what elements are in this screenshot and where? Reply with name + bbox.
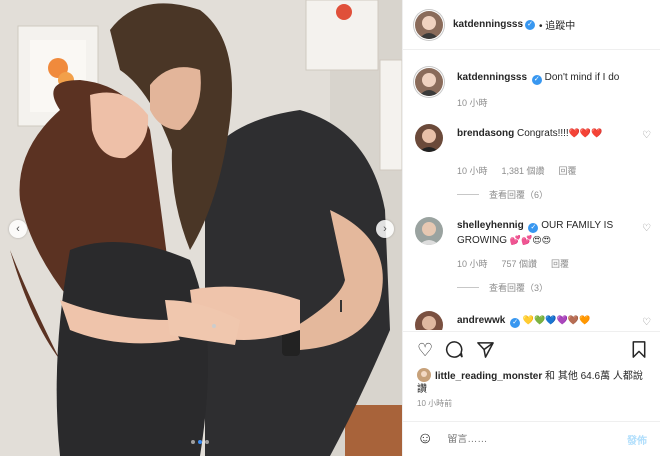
comment-meta: 10 小時 1,381 個讚 回覆 (457, 164, 577, 177)
view-replies-link[interactable]: 查看回覆（3） (457, 281, 548, 294)
reply-link[interactable]: 回覆 (551, 257, 569, 270)
author-username[interactable]: katdenningsss (453, 19, 523, 30)
comment-likes[interactable]: 757 個讚 (502, 257, 538, 270)
comment-emoji: 💛💚💙💜🤎🧡 (522, 315, 591, 325)
chevron-right-icon: › (383, 223, 387, 235)
replies-divider (457, 287, 479, 288)
post-comment-button[interactable]: 發佈 (627, 432, 647, 447)
verified-icon: ✓ (525, 19, 536, 30)
reply-link[interactable]: 回覆 (559, 164, 577, 177)
view-replies-label[interactable]: 查看回覆（3） (489, 281, 548, 294)
view-replies-label[interactable]: 查看回覆（6） (489, 188, 548, 201)
caption-body: Don't mind if I do (544, 72, 620, 83)
smile-icon[interactable]: ☺ (417, 430, 433, 448)
photo-scene (0, 0, 402, 456)
heart-icon[interactable]: ♡ (417, 340, 433, 360)
add-comment-bar: ☺ 發佈 (403, 421, 660, 456)
like-comment-heart-icon[interactable]: ♡ (642, 317, 651, 328)
verified-icon: ✓ (510, 318, 521, 328)
caption-text: katdenningsss ✓ Don't mind if I do (457, 71, 637, 85)
replies-divider (457, 194, 479, 195)
chevron-left-icon: ‹ (16, 223, 20, 235)
comment-meta: 10 小時 757 個讚 回覆 (457, 257, 569, 270)
commenter-avatar[interactable] (415, 217, 443, 245)
caption-meta: 10 小時 (457, 96, 488, 109)
comment-username[interactable]: brendasong (457, 128, 514, 139)
like-comment-heart-icon[interactable]: ♡ (642, 223, 651, 234)
comment-text: shelleyhennig ✓ OUR FAMILY IS GROWING 💕💕… (457, 219, 637, 248)
verified-icon: ✓ (531, 75, 542, 85)
comment-emoji: ❤️❤️❤️ (568, 128, 603, 138)
comment-text: andrewwk ✓ 💛💚💙💜🤎🧡 (457, 313, 637, 328)
post-photo[interactable]: ‹ › (0, 0, 402, 456)
share-icon[interactable] (476, 340, 495, 360)
caption-time: 10 小時 (457, 98, 488, 108)
comment-username[interactable]: shelleyhennig (457, 220, 524, 231)
comment-text: brendasong Congrats!!!!❤️❤️❤️ (457, 126, 637, 141)
next-photo-button[interactable]: › (376, 220, 394, 238)
likes-summary[interactable]: little_reading_monster 和 其他 64.6萬 人都說讚 (417, 368, 649, 396)
post-header: katdenningsss ✓ • 追蹤中 (403, 0, 660, 50)
comment-time: 10 小時 (457, 259, 488, 269)
comment-item: shelleyhennig ✓ OUR FAMILY IS GROWING 💕💕… (415, 217, 655, 297)
post-actions: ♡ little_reading_monster 和 其他 64.6萬 人都說讚… (403, 331, 660, 421)
comment-likes[interactable]: 1,381 個讚 (502, 164, 545, 177)
comment-icon[interactable] (445, 340, 464, 360)
comment-time: 10 小時 (457, 166, 488, 176)
liker-avatar (417, 368, 431, 382)
caption-username[interactable]: katdenningsss (457, 72, 527, 83)
commenter-avatar[interactable] (415, 124, 443, 152)
like-comment-heart-icon[interactable]: ♡ (642, 130, 651, 141)
author-avatar[interactable] (415, 68, 443, 96)
comment-item: andrewwk ✓ 💛💚💙💜🤎🧡 ♡ (415, 311, 655, 330)
bookmark-icon[interactable] (631, 340, 647, 363)
carousel-indicator (191, 440, 209, 444)
comment-item: brendasong Congrats!!!!❤️❤️❤️ ♡ 10 小時 1,… (415, 124, 655, 204)
carousel-dot-active (198, 440, 202, 444)
action-icons: ♡ (417, 340, 495, 360)
commenter-avatar[interactable] (415, 311, 443, 330)
carousel-dot (205, 440, 209, 444)
previous-photo-button[interactable]: ‹ (9, 220, 27, 238)
caption-row: katdenningsss ✓ Don't mind if I do 10 小時 (415, 68, 655, 112)
comment-emoji: 💕💕😍😍 (509, 235, 551, 245)
author-avatar[interactable] (415, 10, 443, 39)
liker-username[interactable]: little_reading_monster (435, 371, 542, 382)
verified-icon: ✓ (528, 223, 539, 233)
following-status[interactable]: • 追蹤中 (539, 17, 575, 32)
view-replies-link[interactable]: 查看回覆（6） (457, 188, 548, 201)
post-timestamp: 10 小時前 (417, 399, 453, 408)
comment-input[interactable] (447, 433, 627, 445)
comment-username[interactable]: andrewwk (457, 315, 505, 326)
post-sidebar: katdenningsss ✓ • 追蹤中 katdenningsss ✓ Do… (402, 0, 660, 456)
comments-list[interactable]: katdenningsss ✓ Don't mind if I do 10 小時… (403, 51, 660, 330)
carousel-dot (191, 440, 195, 444)
comment-body: Congrats!!!! (517, 128, 569, 139)
